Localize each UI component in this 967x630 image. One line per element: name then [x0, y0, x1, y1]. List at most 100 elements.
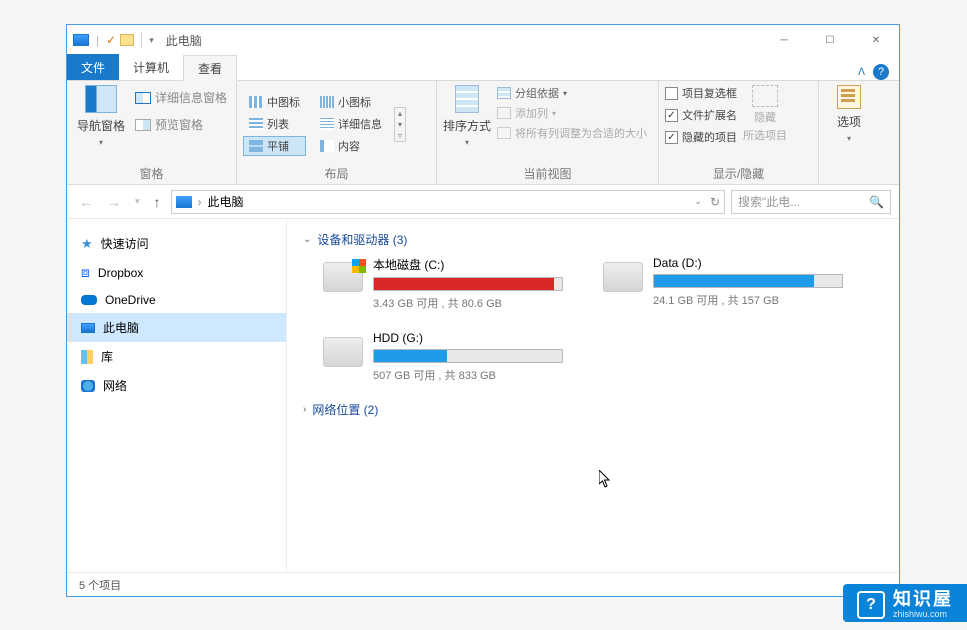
address-dropdown-icon[interactable]: ⌄ — [694, 196, 702, 207]
tree-onedrive[interactable]: OneDrive — [67, 287, 286, 313]
layout-details[interactable]: 详细信息 — [314, 114, 388, 134]
qat-check-icon[interactable]: ✓ — [106, 33, 116, 47]
chevron-right-icon: › — [303, 404, 306, 415]
navigation-pane-icon — [85, 85, 117, 113]
drive-item[interactable]: Data (D:) 24.1 GB 可用 , 共 157 GB — [603, 256, 843, 311]
window-controls: ─ ☐ ✕ — [761, 25, 899, 55]
address-bar[interactable]: › 此电脑 ⌄ ↻ — [171, 190, 725, 214]
drive-detail: 507 GB 可用 , 共 833 GB — [373, 367, 563, 383]
drive-icon — [323, 337, 363, 367]
nav-back-button[interactable]: ← — [75, 192, 97, 212]
medium-icons-icon — [249, 96, 263, 108]
ribbon-group-panes: 导航窗格 ▾ 详细信息窗格 预览窗格 窗格 — [67, 81, 237, 184]
groupby-icon — [497, 87, 511, 99]
maximize-button[interactable]: ☐ — [807, 25, 853, 55]
minimize-button[interactable]: ─ — [761, 25, 807, 55]
layout-list[interactable]: 列表 — [243, 114, 306, 134]
preview-pane-button[interactable]: 预览窗格 — [135, 116, 227, 133]
nav-forward-button: → — [103, 192, 125, 212]
sizeallcols-button[interactable]: 将所有列调整为合适的大小 — [497, 125, 647, 141]
layout-medium-icons[interactable]: 中图标 — [243, 92, 306, 112]
ribbon-group-options: 选项 ▾ — [819, 81, 879, 184]
help-button[interactable]: ? — [873, 64, 889, 80]
chevron-down-icon: ⌄ — [303, 234, 311, 245]
dropbox-icon: ⧈ — [81, 264, 90, 281]
drive-name: HDD (G:) — [373, 331, 563, 345]
explorer-window: | ✓ ▾ 此电脑 ─ ☐ ✕ 文件 计算机 查看 ᐱ ? 导航窗格 ▾ — [66, 24, 900, 597]
tree-libraries[interactable]: 库 — [67, 342, 286, 371]
checkbox-icon: ✓ — [665, 109, 678, 122]
drive-detail: 3.43 GB 可用 , 共 80.6 GB — [373, 295, 563, 311]
tab-view[interactable]: 查看 — [183, 55, 237, 81]
close-button[interactable]: ✕ — [853, 25, 899, 55]
address-icon — [176, 196, 192, 208]
list-icon — [249, 118, 263, 130]
checkbox-icon: ✓ — [665, 131, 678, 144]
layout-small-icons[interactable]: 小图标 — [314, 92, 388, 112]
tree-network[interactable]: 网络 — [67, 371, 286, 400]
checkbox-extensions[interactable]: ✓文件扩展名 — [665, 107, 737, 123]
search-icon: 🔍 — [869, 195, 884, 209]
section-drives-header[interactable]: ⌄ 设备和驱动器 (3) — [303, 231, 883, 248]
app-icon — [73, 34, 89, 46]
drive-name: Data (D:) — [653, 256, 843, 270]
ribbon-group-showhide: 项目复选框 ✓文件扩展名 ✓隐藏的项目 隐藏 所选项目 显示/隐藏 — [659, 81, 819, 184]
watermark-icon: ? — [857, 591, 885, 619]
navigation-pane-button[interactable]: 导航窗格 ▾ — [73, 85, 129, 147]
nav-recent-button[interactable]: ▾ — [131, 194, 144, 209]
addcol-icon — [497, 107, 511, 119]
address-path: 此电脑 — [208, 193, 244, 210]
tree-dropbox[interactable]: ⧈Dropbox — [67, 258, 286, 287]
addcolumns-button[interactable]: 添加列▾ — [497, 105, 647, 121]
tab-file[interactable]: 文件 — [67, 54, 119, 80]
drive-detail: 24.1 GB 可用 , 共 157 GB — [653, 292, 843, 308]
status-bar: 5 个项目 — [67, 572, 899, 596]
details-pane-button[interactable]: 详细信息窗格 — [135, 89, 227, 106]
tree-quick-access[interactable]: ★快速访问 — [67, 229, 286, 258]
layout-scroll[interactable]: ▴▾▿ — [394, 107, 406, 142]
options-button[interactable]: 选项 ▾ — [837, 85, 861, 143]
drive-icon — [323, 262, 363, 292]
drive-usage-bar — [653, 274, 843, 288]
tree-this-pc[interactable]: 此电脑 — [67, 313, 286, 342]
checkbox-icon — [665, 87, 678, 100]
layout-tiles[interactable]: 平铺 — [243, 136, 306, 156]
sort-icon — [455, 85, 479, 113]
onedrive-icon — [81, 295, 97, 305]
details-pane-icon — [135, 92, 151, 104]
ribbon-group-currentview: 排序方式 ▾ 分组依据▾ 添加列▾ 将所有列调整为合适的大小 当前视图 — [437, 81, 659, 184]
search-input[interactable]: 搜索"此电... 🔍 — [731, 190, 891, 214]
refresh-button[interactable]: ↻ — [710, 195, 720, 209]
qat-folder-icon[interactable] — [120, 34, 134, 46]
collapse-ribbon-icon[interactable]: ᐱ — [858, 67, 865, 78]
address-bar-row: ← → ▾ ↑ › 此电脑 ⌄ ↻ 搜索"此电... 🔍 — [67, 185, 899, 219]
groupby-button[interactable]: 分组依据▾ — [497, 85, 647, 101]
main-view: ⌄ 设备和驱动器 (3) 本地磁盘 (C:) 3.43 GB 可用 , 共 80… — [287, 219, 899, 572]
layout-content[interactable]: 内容 — [314, 136, 388, 156]
drive-name: 本地磁盘 (C:) — [373, 256, 563, 273]
section-netloc-header[interactable]: › 网络位置 (2) — [303, 401, 883, 418]
pc-icon — [81, 323, 95, 333]
options-icon — [837, 85, 861, 109]
search-placeholder: 搜索"此电... — [738, 193, 800, 210]
ribbon-tabs: 文件 计算机 查看 ᐱ ? — [67, 55, 899, 81]
drives-list: 本地磁盘 (C:) 3.43 GB 可用 , 共 80.6 GB Data (D… — [323, 256, 883, 383]
content-icon — [320, 140, 334, 152]
watermark: ? 知识屋 zhishiwu.com — [843, 584, 967, 622]
hide-selected-button: 隐藏 所选项目 — [743, 85, 787, 143]
tab-computer[interactable]: 计算机 — [119, 54, 183, 80]
hide-icon — [752, 85, 778, 107]
ribbon-group-layout: 中图标 小图标 列表 详细信息 平铺 内容 ▴▾▿ 布局 — [237, 81, 437, 184]
content-area: ★快速访问 ⧈Dropbox OneDrive 此电脑 库 网络 ⌄ 设备和驱动… — [67, 219, 899, 572]
drive-item[interactable]: HDD (G:) 507 GB 可用 , 共 833 GB — [323, 331, 563, 383]
drive-usage-bar — [373, 277, 563, 291]
nav-up-button[interactable]: ↑ — [150, 192, 165, 212]
checkbox-hiddenitems[interactable]: ✓隐藏的项目 — [665, 129, 737, 145]
titlebar: | ✓ ▾ 此电脑 ─ ☐ ✕ — [67, 25, 899, 55]
qat-dropdown-icon[interactable]: ▾ — [149, 35, 154, 46]
window-title: 此电脑 — [166, 32, 202, 49]
checkbox-itemcheckboxes[interactable]: 项目复选框 — [665, 85, 737, 101]
preview-pane-icon — [135, 119, 151, 131]
sort-by-button[interactable]: 排序方式 ▾ — [443, 85, 491, 147]
drive-item[interactable]: 本地磁盘 (C:) 3.43 GB 可用 , 共 80.6 GB — [323, 256, 563, 311]
